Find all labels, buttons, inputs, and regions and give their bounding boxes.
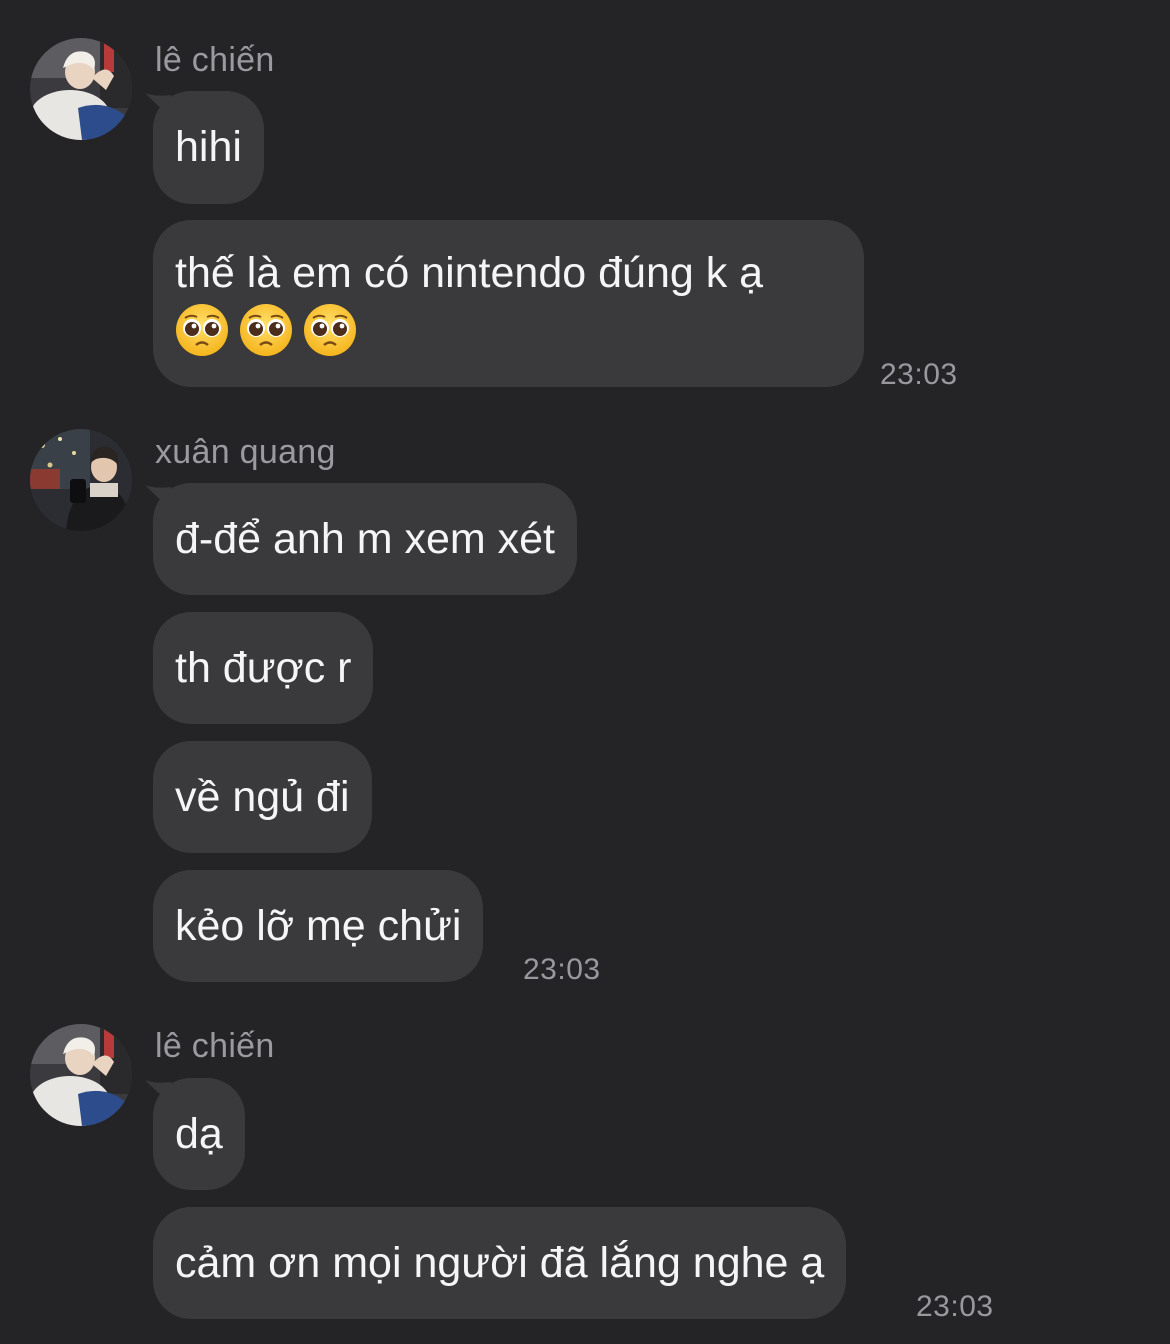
bubble-tail [145,93,171,117]
message-bubble[interactable]: th được r [153,612,374,724]
message-timestamp: 23:03 [916,1290,994,1323]
message-bubble[interactable]: hihi [145,91,264,204]
pleading-face-emoji [240,304,292,356]
message-text: thế là em có nintendo đúng k ạ [175,249,764,297]
avatar-le-chien-icon[interactable] [30,38,132,140]
bubble-tail [145,485,171,509]
message-timestamp: 23:03 [523,953,601,986]
message-bubble[interactable]: đ-để anh m xem xét [145,483,578,595]
bubble-tail [145,1080,171,1104]
message-bubble[interactable]: cảm ơn mọi người đã lắng nghe ạ [153,1207,847,1319]
message-bubble[interactable]: về ngủ đi [153,741,372,853]
message-timestamp: 23:03 [880,358,958,391]
message-text: hihi [175,123,242,171]
sender-name: lê chiến [155,41,275,79]
message-bubble[interactable]: kẻo lỡ mẹ chửi [153,870,484,982]
avatar-xuan-quang-icon[interactable] [30,429,132,531]
message-bubble[interactable]: dạ [145,1078,245,1190]
chat-thread: lê chiến hihi thế là em có nintendo đúng… [0,0,1170,1344]
sender-name: xuân quang [155,433,336,471]
emoji-row [175,303,842,357]
message-text: đ-để anh m xem xét [175,515,556,563]
message-text: về ngủ đi [175,773,350,821]
message-text: dạ [175,1110,223,1158]
sender-name: lê chiến [155,1027,275,1065]
pleading-face-emoji [304,304,356,356]
avatar-le-chien-icon[interactable] [30,1024,132,1126]
message-text: th được r [175,644,352,692]
message-text: cảm ơn mọi người đã lắng nghe ạ [175,1239,825,1287]
pleading-face-emoji [176,304,228,356]
message-bubble[interactable]: thế là em có nintendo đúng k ạ [153,220,864,387]
message-text: kẻo lỡ mẹ chửi [175,902,462,950]
